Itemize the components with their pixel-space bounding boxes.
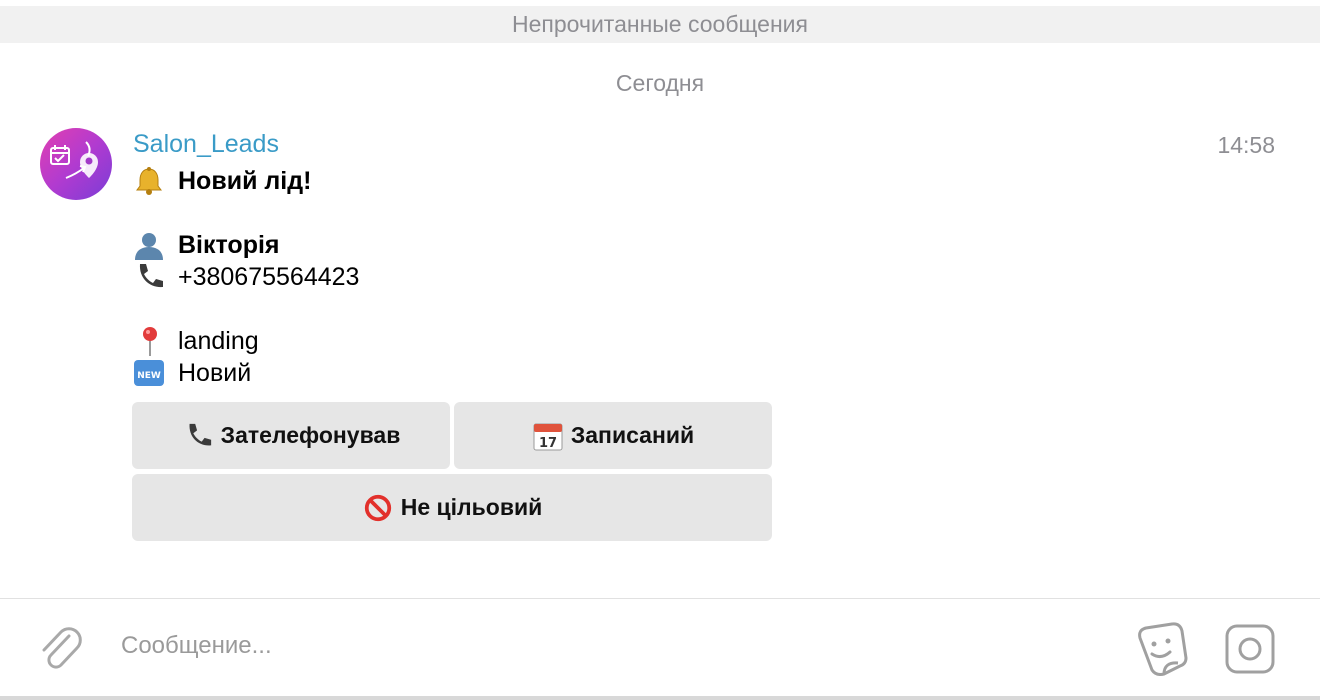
unread-messages-bar: Непрочитанные сообщения	[0, 6, 1320, 43]
message-line-source: landing	[133, 325, 259, 357]
lead-source-text: landing	[178, 326, 259, 355]
person-icon	[133, 229, 167, 261]
sender-name[interactable]: Salon_Leads	[133, 130, 279, 159]
new-icon: NEW	[133, 357, 167, 389]
phone-icon	[182, 420, 214, 452]
avatar[interactable]	[40, 128, 112, 200]
not-target-button[interactable]: Не цільовий	[132, 474, 772, 541]
message-time: 14:58	[1217, 132, 1275, 158]
svg-text:17: 17	[539, 436, 557, 451]
pin-icon	[133, 325, 167, 357]
paperclip-icon[interactable]	[38, 624, 84, 672]
bell-icon	[133, 165, 167, 197]
lead-name-text: Вікторія	[178, 230, 280, 259]
calendar-icon: 17	[532, 420, 564, 452]
called-button-label: Зателефонував	[220, 422, 401, 448]
message-input[interactable]: Сообщение...	[121, 632, 272, 660]
message-title-text: Новий лід!	[178, 166, 312, 195]
lead-status-text: Новий	[178, 358, 252, 387]
svg-text:NEW: NEW	[137, 371, 161, 381]
camera-icon[interactable]	[1224, 624, 1276, 674]
phone-icon	[133, 261, 167, 293]
sticker-icon[interactable]	[1134, 622, 1188, 676]
message-line-name: Вікторія	[133, 229, 280, 261]
booked-button-label: Записаний	[570, 422, 695, 448]
unread-messages-label: Непрочитанные сообщения	[512, 11, 808, 37]
no-entry-icon	[362, 492, 394, 524]
composer-divider	[0, 598, 1320, 599]
lead-phone-text[interactable]: +380675564423	[178, 263, 359, 292]
message-line-status: NEW Новий	[133, 357, 251, 389]
not-target-button-label: Не цільовий	[400, 494, 543, 520]
booked-button[interactable]: 17 Записаний	[454, 402, 772, 469]
message-line-phone: +380675564423	[133, 261, 359, 293]
called-button[interactable]: Зателефонував	[132, 402, 450, 469]
message-line-title: Новий лід!	[133, 165, 311, 197]
window-bottom-edge	[0, 696, 1320, 700]
date-separator: Сегодня	[615, 70, 705, 96]
salon-logo-icon	[50, 141, 98, 179]
